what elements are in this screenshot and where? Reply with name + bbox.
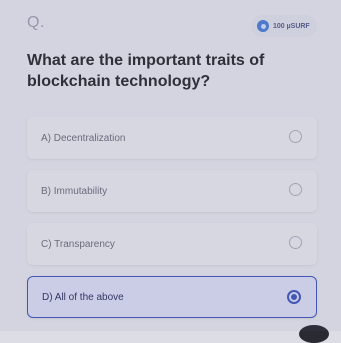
radio-button-unselected[interactable] [289,130,302,143]
reward-badge: 100 µSURF [251,15,317,37]
radio-button-unselected[interactable] [289,236,302,249]
radio-button-unselected[interactable] [289,183,302,196]
floating-button-edge[interactable] [299,325,329,343]
option-a[interactable]: A) Decentralization [27,117,317,159]
coin-icon [257,20,269,32]
option-b[interactable]: B) Immutability [27,170,317,212]
option-label: A) Decentralization [41,132,126,144]
option-c[interactable]: C) Transparency [27,223,317,265]
option-d[interactable]: D) All of the above [27,276,317,318]
radio-button-selected[interactable] [287,290,301,304]
option-label: C) Transparency [41,238,115,250]
reward-amount: 100 µSURF [273,22,310,30]
radio-dot [291,294,297,300]
question-marker: Q. [27,14,45,31]
question-text: What are the important traits of blockch… [27,52,265,90]
option-label: B) Immutability [41,185,108,197]
option-label: D) All of the above [42,291,124,303]
